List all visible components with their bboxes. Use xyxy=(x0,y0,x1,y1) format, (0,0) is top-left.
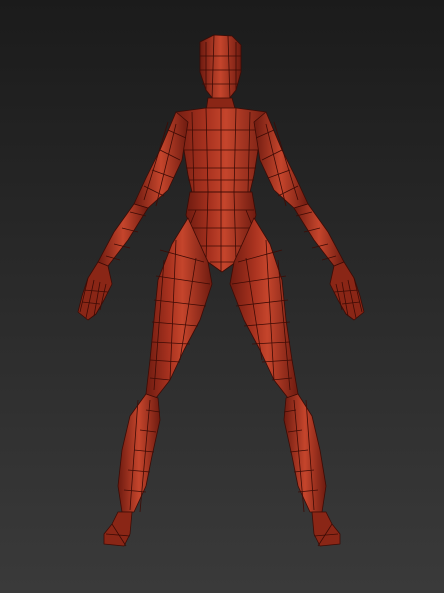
3d-viewport[interactable] xyxy=(0,0,444,593)
viewport-canvas xyxy=(0,0,444,593)
